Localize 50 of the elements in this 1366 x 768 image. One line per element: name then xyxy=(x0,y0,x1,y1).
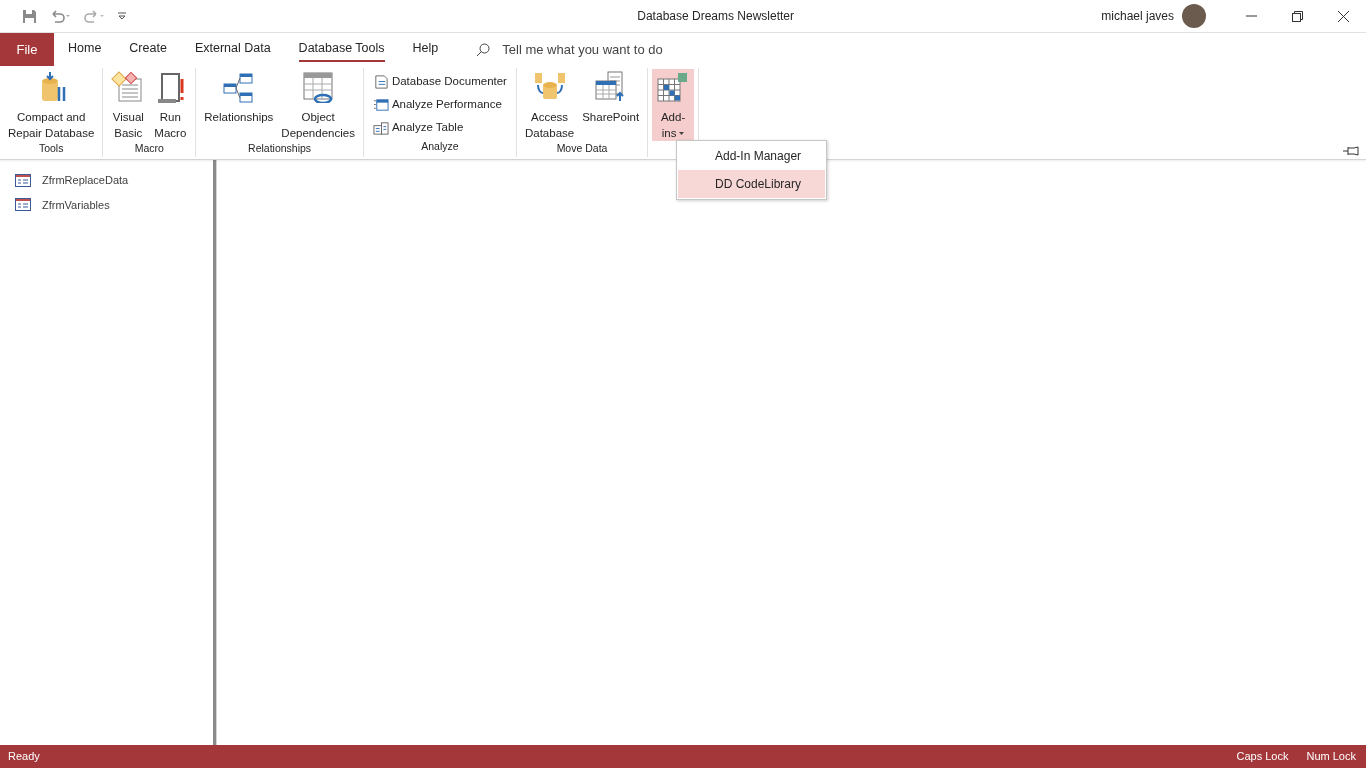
minimize-icon xyxy=(1245,15,1257,17)
ribbon-button[interactable]: Relationships xyxy=(200,69,278,141)
ribbon-tab[interactable]: Home xyxy=(54,33,116,66)
nav-item[interactable]: ZfrmReplaceData xyxy=(15,172,213,189)
ribbon-button[interactable]: Visual Basic xyxy=(107,69,150,141)
ribbon-tab[interactable]: External Data xyxy=(180,33,285,66)
menu-item[interactable]: DD CodeLibrary xyxy=(678,170,825,198)
status-indicator: Caps Lock xyxy=(1236,749,1289,765)
search-icon xyxy=(476,42,491,57)
group-label: Relationships xyxy=(247,141,313,156)
form-icon xyxy=(15,198,31,212)
ribbon-tab[interactable]: Database Tools xyxy=(284,33,399,66)
relationships-icon xyxy=(221,71,256,103)
avatar[interactable] xyxy=(1182,4,1206,28)
redo-icon[interactable] xyxy=(83,9,105,23)
ribbon-button[interactable]: Add- ins xyxy=(652,69,695,141)
document-icon xyxy=(372,73,389,90)
tables-icon xyxy=(372,119,389,136)
customize-toolbar-icon[interactable] xyxy=(117,11,127,21)
ribbon-button[interactable]: Compact and Repair Database xyxy=(4,69,99,141)
ribbon-button[interactable]: Object Dependencies xyxy=(277,69,359,141)
undo-icon[interactable] xyxy=(49,9,71,23)
table-link-icon xyxy=(301,71,336,103)
caret-icon xyxy=(679,132,685,136)
nav-item[interactable]: ZfrmVariables xyxy=(15,196,213,213)
file-tab[interactable]: File xyxy=(0,33,54,66)
ribbon-tab[interactable]: Create xyxy=(115,33,181,66)
ribbon-button[interactable]: Database Documenter xyxy=(367,70,512,93)
ribbon-button[interactable]: Analyze Table xyxy=(367,116,512,139)
ribbon-button[interactable]: Access Database xyxy=(520,69,579,141)
group-label: Tools xyxy=(37,141,65,156)
status-text: Ready xyxy=(8,749,40,765)
restore-icon xyxy=(1291,10,1303,22)
group-label: Analyze xyxy=(420,139,460,154)
pin-icon[interactable] xyxy=(1343,146,1359,156)
tell-me-field[interactable]: Tell me what you want to do xyxy=(502,39,703,60)
group-label: Macro xyxy=(133,141,165,156)
close-icon xyxy=(1337,10,1349,22)
user-name: michael javes xyxy=(1101,8,1174,25)
form-icon xyxy=(15,173,31,187)
status-indicator: Num Lock xyxy=(1306,749,1356,765)
ribbon-button[interactable]: Run Macro xyxy=(149,69,192,141)
ribbon-button[interactable]: Analyze Performance xyxy=(367,93,512,116)
save-icon[interactable] xyxy=(22,8,37,24)
ribbon-button[interactable]: SharePoint xyxy=(578,69,644,141)
group-label: Move Data xyxy=(555,141,609,156)
ribbon-tab[interactable]: Help xyxy=(398,33,453,66)
menu-item[interactable]: Add-In Manager xyxy=(678,142,825,170)
window-title: Database Dreams Newsletter xyxy=(636,8,794,25)
form-icon xyxy=(372,96,389,113)
